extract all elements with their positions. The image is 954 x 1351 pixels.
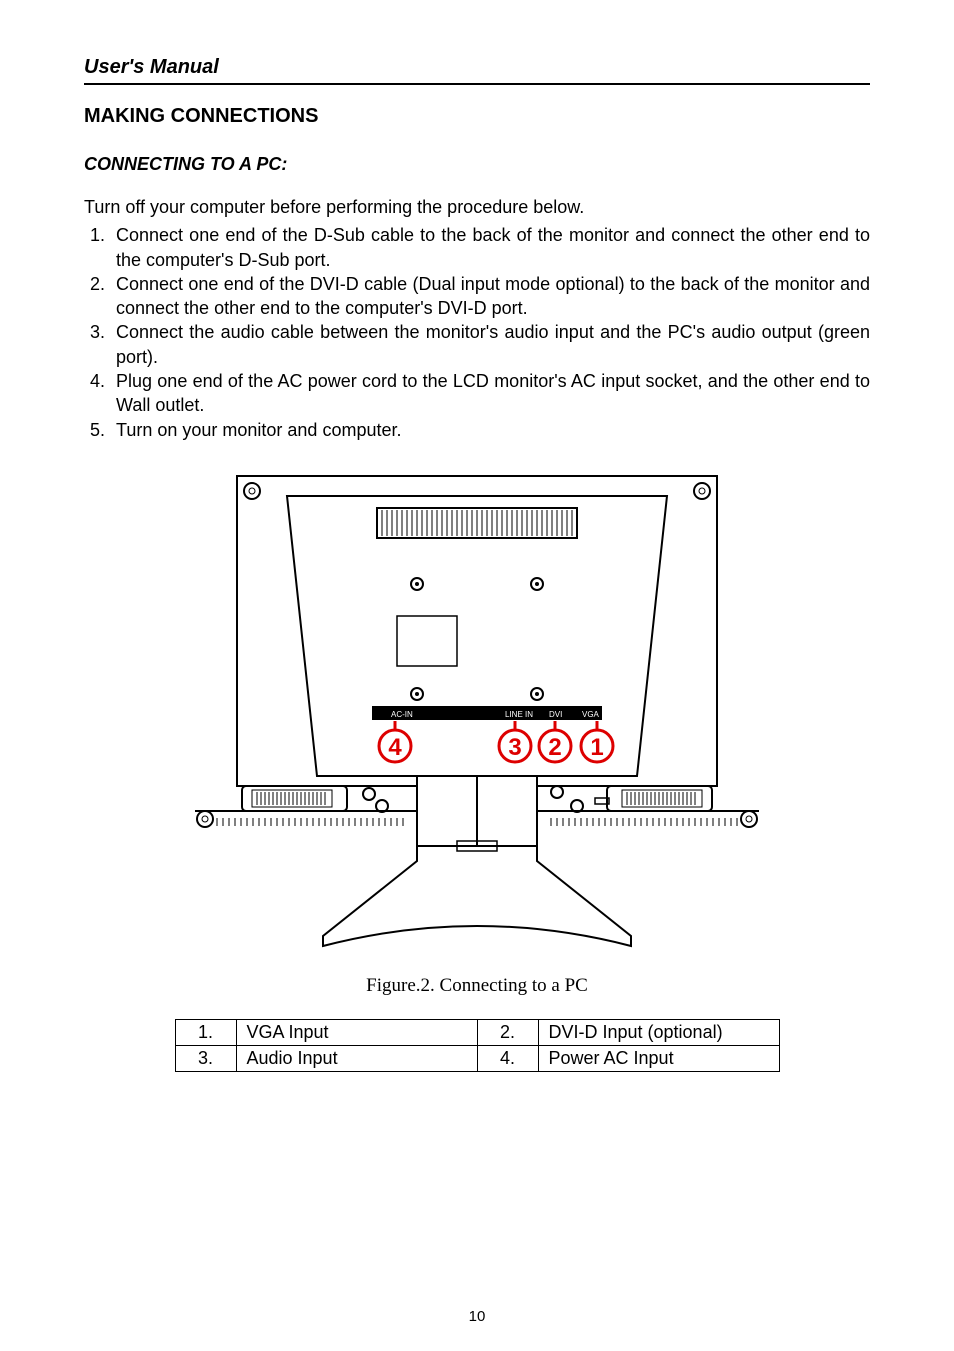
cell-num: 4.	[477, 1045, 538, 1071]
sub-heading: CONNECTING TO A PC:	[84, 154, 870, 175]
label-line-in: LINE IN	[505, 710, 533, 719]
figure-wrap: AC-IN LINE IN DVI VGA 4 3 2 1	[84, 466, 870, 961]
step-item: Plug one end of the AC power cord to the…	[110, 369, 870, 418]
steps-list: Connect one end of the D-Sub cable to th…	[84, 223, 870, 442]
page-number: 10	[0, 1308, 954, 1325]
cell-num: 2.	[477, 1019, 538, 1045]
step-item: Connect one end of the D-Sub cable to th…	[110, 223, 870, 272]
svg-text:2: 2	[548, 734, 561, 761]
step-item: Connect the audio cable between the moni…	[110, 320, 870, 369]
section-heading: MAKING CONNECTIONS	[84, 105, 870, 128]
label-ac-in: AC-IN	[391, 710, 413, 719]
step-item: Turn on your monitor and computer.	[110, 418, 870, 442]
ports-table: 1. VGA Input 2. DVI-D Input (optional) 3…	[175, 1019, 780, 1072]
callout-1-icon: 1	[581, 730, 613, 762]
label-vga: VGA	[582, 710, 600, 719]
header-divider	[84, 83, 870, 85]
cell-label: DVI-D Input (optional)	[538, 1019, 779, 1045]
table-row: 3. Audio Input 4. Power AC Input	[175, 1045, 779, 1071]
svg-text:4: 4	[388, 734, 402, 761]
step-item: Connect one end of the DVI-D cable (Dual…	[110, 272, 870, 321]
figure-caption: Figure.2. Connecting to a PC	[84, 975, 870, 997]
connection-diagram: AC-IN LINE IN DVI VGA 4 3 2 1	[157, 466, 797, 956]
manual-header-title: User's Manual	[84, 56, 870, 79]
label-dvi: DVI	[549, 710, 562, 719]
cell-num: 1.	[175, 1019, 236, 1045]
table-row: 1. VGA Input 2. DVI-D Input (optional)	[175, 1019, 779, 1045]
cell-label: Power AC Input	[538, 1045, 779, 1071]
cell-label: VGA Input	[236, 1019, 477, 1045]
cell-label: Audio Input	[236, 1045, 477, 1071]
page: User's Manual MAKING CONNECTIONS CONNECT…	[0, 0, 954, 1351]
svg-text:3: 3	[508, 734, 521, 761]
svg-text:1: 1	[590, 734, 603, 761]
callout-3-icon: 3	[499, 730, 531, 762]
intro-text: Turn off your computer before performing…	[84, 195, 870, 219]
callout-4-icon: 4	[379, 730, 411, 762]
cell-num: 3.	[175, 1045, 236, 1071]
callout-2-icon: 2	[539, 730, 571, 762]
